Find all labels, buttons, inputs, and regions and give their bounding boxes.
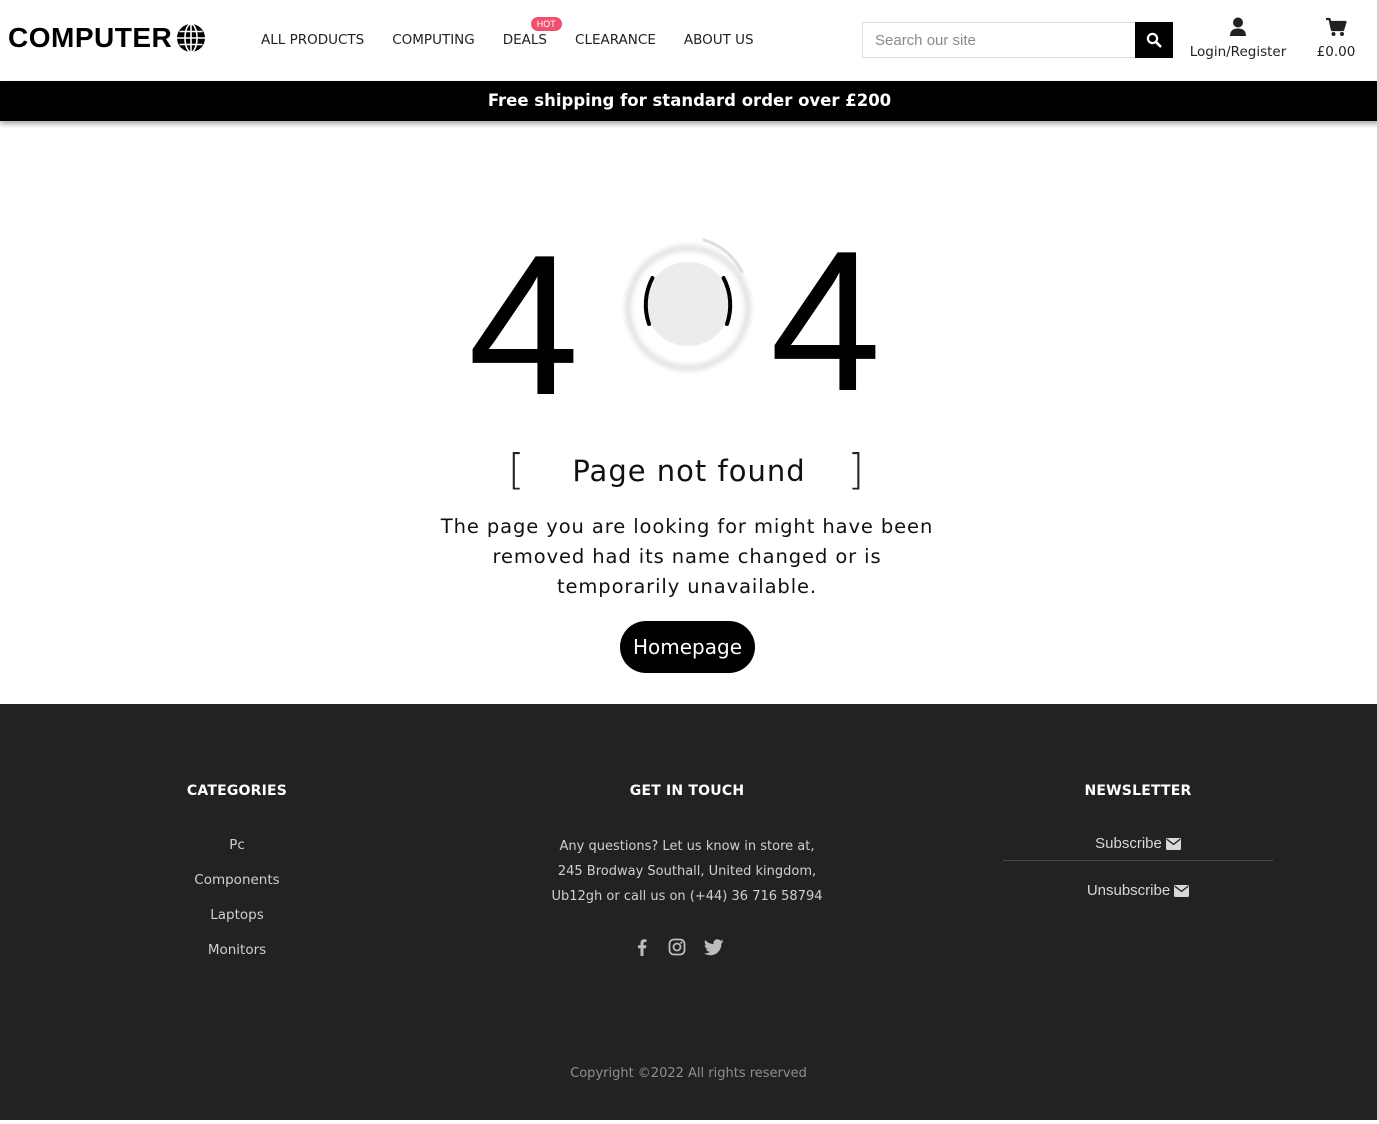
error-message: The page you are looking for might have …: [440, 515, 934, 598]
copyright-text: Copyright ©2022 All rights reserved: [570, 1066, 807, 1081]
contact-text: Any questions? Let us know in store at, …: [487, 834, 887, 909]
promo-banner: Free shipping for standard order over £2…: [0, 81, 1379, 121]
site-footer: CATEGORIES Pc Components Laptops Monitor…: [0, 704, 1377, 1124]
account-label: Login/Register: [1189, 44, 1287, 60]
unsubscribe-label: Unsubscribe: [1086, 882, 1171, 899]
nav-deals[interactable]: DEALS HOT: [502, 17, 562, 48]
newsletter-divider: [1003, 860, 1273, 861]
site-header: COMPUTER ALL PRODUCTS COMPUTING DEALS HO…: [0, 0, 1379, 81]
page-title: Page not found: [572, 454, 806, 488]
category-link-pc[interactable]: Pc: [137, 837, 337, 853]
search-icon: [1146, 32, 1162, 48]
hot-badge: HOT: [530, 17, 562, 31]
user-icon: [1230, 17, 1246, 36]
contact-line: Any questions? Let us know in store at,: [559, 839, 815, 854]
subscribe-link[interactable]: Subscribe: [1003, 835, 1273, 852]
facebook-icon[interactable]: [633, 938, 651, 956]
page-bottom-strip: [0, 1120, 1379, 1124]
error-digit-right: 4: [770, 210, 882, 433]
bracket-right: ]: [847, 445, 864, 494]
categories-title: CATEGORIES: [186, 783, 288, 799]
nav-all-products[interactable]: ALL PRODUCTS: [261, 32, 364, 48]
loading-spinner-icon: [626, 238, 750, 370]
twitter-icon[interactable]: [704, 938, 724, 956]
account-link[interactable]: Login/Register: [1186, 17, 1290, 60]
globe-icon: [177, 23, 206, 53]
search-bar: [862, 22, 1173, 58]
search-input[interactable]: [862, 22, 1135, 58]
homepage-button[interactable]: Homepage: [620, 621, 755, 673]
envelope-icon: [1165, 838, 1181, 850]
cart-total: £0.00: [1316, 44, 1356, 60]
site-logo[interactable]: COMPUTER: [8, 22, 206, 54]
cart-icon: [1326, 17, 1347, 36]
contact-title: GET IN TOUCH: [629, 783, 745, 799]
main-nav: ALL PRODUCTS COMPUTING DEALS HOT CLEARAN…: [261, 17, 782, 48]
nav-deals-label: DEALS: [502, 32, 548, 48]
cart-link[interactable]: £0.00: [1311, 17, 1361, 60]
instagram-icon[interactable]: [668, 938, 686, 956]
nav-about-us[interactable]: ABOUT US: [684, 32, 754, 48]
contact-line: 245 Brodway Southall, United kingdom,: [557, 864, 817, 879]
nav-clearance[interactable]: CLEARANCE: [575, 32, 656, 48]
contact-line: Ub12gh or call us on (+44) 36 716 58794: [551, 889, 823, 904]
unsubscribe-link[interactable]: Unsubscribe: [1003, 882, 1273, 899]
newsletter-title: NEWSLETTER: [1084, 783, 1192, 799]
subscribe-label: Subscribe: [1095, 835, 1162, 852]
envelope-icon: [1174, 885, 1190, 897]
nav-computing[interactable]: COMPUTING: [392, 32, 475, 48]
logo-text: COMPUTER: [8, 22, 173, 53]
error-title-row: [ Page not found ]: [508, 448, 870, 498]
category-link-laptops[interactable]: Laptops: [137, 907, 337, 923]
error-digit-left: 4: [468, 214, 580, 437]
category-link-components[interactable]: Components: [137, 872, 337, 888]
category-link-monitors[interactable]: Monitors: [137, 942, 337, 958]
search-button[interactable]: [1135, 22, 1173, 58]
